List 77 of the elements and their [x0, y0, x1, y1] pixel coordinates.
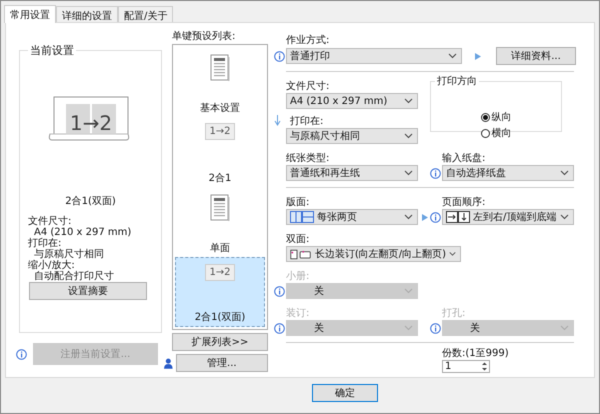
user-icon	[164, 358, 173, 368]
chevron-icon	[560, 170, 569, 176]
page-layout-icon	[290, 211, 314, 223]
tab[interactable]: 配置/关于	[118, 6, 174, 22]
ok-button[interactable]: 确定	[312, 384, 378, 402]
chevron-icon	[560, 214, 569, 220]
tab[interactable]: 详细的设置	[56, 6, 118, 22]
document-icon	[210, 53, 230, 83]
field-label: 纸张类型:	[286, 153, 330, 165]
dropdown[interactable]: 与原稿尺寸相同	[286, 128, 418, 144]
dropdown[interactable]: 左到右/顶端到底端	[442, 209, 574, 225]
preset-item[interactable]: 1→2 2合1(双面)	[175, 257, 265, 327]
detail-label: 缩小/放大:	[28, 260, 75, 271]
chevron-icon	[404, 98, 413, 104]
info-icon	[274, 322, 285, 334]
field-label: 份数:(1至999)	[442, 348, 509, 360]
detail-value: 与原稿尺寸相同	[34, 249, 105, 260]
preset-caption: 2合1(双面)	[65, 195, 116, 208]
manage-button[interactable]: 管理...	[176, 354, 268, 372]
preset-item[interactable]: 1→2 2合1	[175, 117, 265, 187]
two-in-one-icon: 1→2	[205, 264, 235, 281]
chevron-icon	[404, 288, 413, 294]
details-button[interactable]: 详细资料...	[496, 47, 576, 65]
field-label: 小册:	[286, 271, 310, 283]
chevron-icon	[404, 170, 413, 176]
arrow-icon	[474, 52, 482, 60]
dropdown[interactable]: 普通纸和再生纸	[286, 165, 418, 181]
list-label: 单键预设列表:	[172, 31, 236, 43]
field-label: 双面:	[286, 234, 310, 246]
chevron-icon	[404, 214, 413, 220]
field-label: 打孔:	[442, 308, 466, 320]
preset-item[interactable]: 基本设置	[175, 47, 265, 117]
detail-value: 自动配合打印尺寸	[33, 271, 115, 282]
group-title: 当前设置	[29, 43, 75, 58]
field-label: 打印在:	[290, 116, 324, 128]
dropdown[interactable]: 长边装订(向左翻页/向上翻页)	[286, 246, 461, 262]
copies-spinner[interactable]: 1	[442, 360, 490, 373]
info-icon	[16, 348, 27, 360]
radio-label: 纵向	[492, 111, 512, 124]
chevron-icon	[404, 325, 413, 331]
radio-label: 横向	[492, 126, 512, 140]
detail-label: 打印在:	[28, 238, 62, 249]
field-label: 装订:	[286, 308, 310, 320]
field-label: 页面顺序:	[442, 197, 486, 209]
dropdown[interactable]: 自动选择纸盘	[442, 165, 574, 181]
expand-list-button[interactable]: 扩展列表>>	[172, 333, 268, 351]
info-icon	[274, 286, 285, 296]
info-icon	[430, 322, 441, 334]
two-in-one-icon: 1→2	[205, 123, 235, 140]
down-arrow-icon	[274, 114, 281, 126]
field-label: 文件尺寸:	[286, 81, 330, 93]
field-label: 输入纸盘:	[442, 153, 486, 165]
dropdown[interactable]: A4 (210 x 297 mm)	[286, 93, 418, 109]
radio-button[interactable]	[480, 128, 490, 138]
info-icon	[430, 168, 441, 178]
field-label: 版面:	[286, 197, 310, 209]
preset-item[interactable]: 单面	[175, 187, 265, 257]
radio-button[interactable]	[480, 112, 490, 122]
spin-arrows-icon	[480, 361, 489, 372]
chevron-icon	[448, 251, 456, 257]
info-icon	[430, 212, 441, 222]
arrow-icon	[421, 212, 429, 222]
chevron-icon	[404, 133, 413, 139]
tab[interactable]: 常用设置	[4, 5, 56, 23]
field-label: 作业方式:	[286, 35, 330, 47]
chevron-icon	[560, 325, 569, 331]
duplex-icon	[290, 248, 312, 260]
summary-button[interactable]: 设置摘要	[29, 282, 147, 300]
detail-value: A4 (210 x 297 mm)	[34, 227, 132, 238]
dropdown[interactable]: 普通打印	[286, 48, 462, 64]
info-icon	[274, 50, 285, 62]
detail-label: 文件尺寸:	[28, 216, 72, 227]
group-title: 打印方向	[436, 74, 478, 88]
chevron-icon	[448, 53, 457, 59]
dropdown[interactable]: 每张两页	[286, 209, 418, 225]
page-order-icon	[446, 211, 470, 223]
document-icon	[210, 193, 230, 223]
